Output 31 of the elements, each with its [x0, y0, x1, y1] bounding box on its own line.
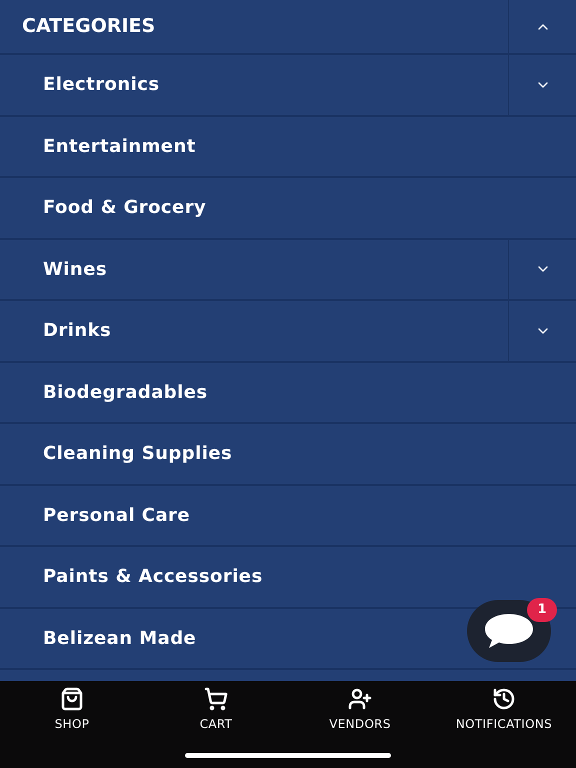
- category-label: Electronics: [43, 73, 160, 98]
- category-row[interactable]: Personal Care: [0, 486, 576, 547]
- cart-icon: [204, 687, 228, 711]
- category-label: Paints & Accessories: [43, 565, 263, 590]
- chat-bubble-icon: [483, 612, 535, 650]
- category-label: Belizean Made: [43, 626, 196, 651]
- add-user-icon: [348, 687, 372, 711]
- category-label: Food & Grocery: [43, 196, 206, 220]
- category-label: Biodegradables: [43, 380, 208, 405]
- category-row[interactable]: Entertainment: [0, 116, 576, 178]
- category-label: Wines: [43, 258, 108, 282]
- category-row[interactable]: Cleaning Supplies: [0, 424, 576, 486]
- nav-tab[interactable]: SHOP: [0, 681, 144, 733]
- category-label: Entertainment: [43, 134, 196, 159]
- category-row[interactable]: Biodegradables: [0, 362, 576, 424]
- nav-tab[interactable]: VENDORS: [288, 681, 432, 733]
- category-label: Drinks: [43, 319, 112, 344]
- history-icon: [492, 687, 516, 711]
- category-row[interactable]: Food & Grocery: [0, 178, 576, 240]
- shopping-bag-icon: [60, 687, 84, 711]
- category-row[interactable]: Drinks: [0, 301, 576, 362]
- categories-header[interactable]: CATEGORIES: [0, 0, 576, 55]
- section-title: CATEGORIES: [21, 14, 156, 40]
- category-label: Cleaning Supplies: [43, 442, 232, 466]
- category-row[interactable]: Electronics: [0, 55, 576, 116]
- category-row[interactable]: Wines: [0, 240, 576, 301]
- nav-tab[interactable]: NOTIFICATIONS: [432, 681, 576, 733]
- nav-tab[interactable]: CART: [144, 681, 288, 733]
- category-label: Personal Care: [43, 504, 190, 528]
- chat-button[interactable]: [467, 600, 551, 662]
- notification-badge: 1: [527, 598, 557, 622]
